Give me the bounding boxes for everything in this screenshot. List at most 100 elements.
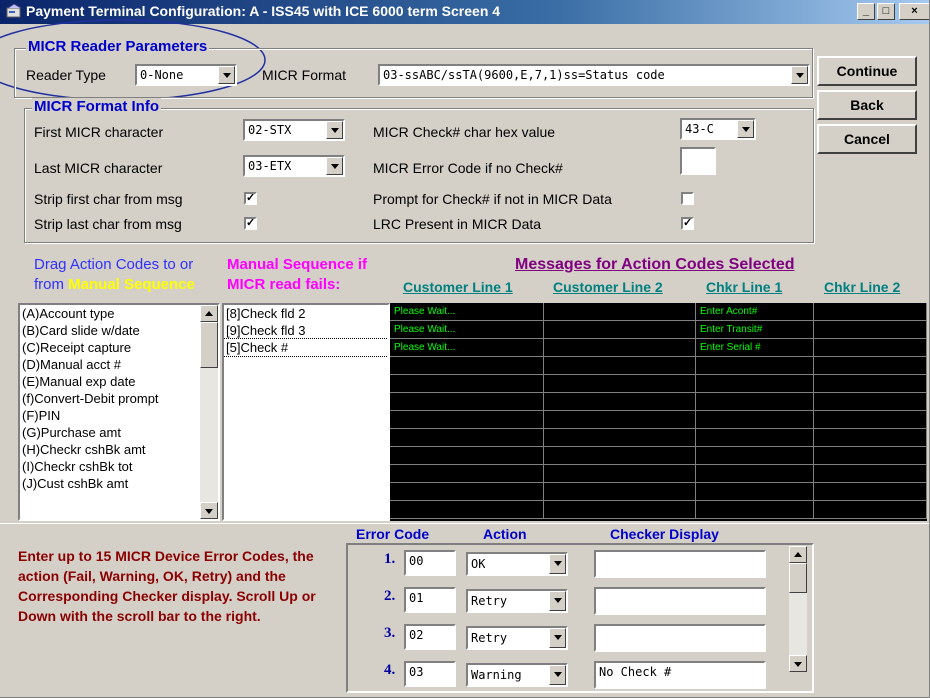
action-code-item[interactable]: (G)Purchase amt <box>20 424 194 441</box>
error-action-select[interactable]: OK <box>466 552 568 576</box>
error-code-input[interactable]: 01 <box>404 587 456 613</box>
error-action-select[interactable]: Retry <box>466 589 568 613</box>
error-code-input[interactable]: 00 <box>404 550 456 576</box>
action-code-item[interactable]: (f)Convert-Debit prompt <box>20 390 194 407</box>
error-code-input[interactable]: 03 <box>404 661 456 687</box>
scroll-down-icon[interactable] <box>789 655 807 672</box>
error-codes-scrollbar[interactable] <box>789 546 807 672</box>
chevron-down-icon[interactable] <box>218 66 235 84</box>
message-cell[interactable]: Please Wait... <box>390 303 544 321</box>
message-cell[interactable] <box>544 393 696 411</box>
error-code-input[interactable]: 02 <box>404 624 456 650</box>
scroll-thumb[interactable] <box>200 322 218 368</box>
strip-last-checkbox[interactable]: ✓ <box>244 217 257 230</box>
action-code-item[interactable]: (H)Checkr cshBk amt <box>20 441 194 458</box>
message-cell[interactable] <box>814 483 927 501</box>
micr-format-select[interactable]: 03-ssABC/ssTA(9600,E,7,1)ss=Status code <box>378 64 810 86</box>
message-cell[interactable] <box>544 375 696 393</box>
message-cell[interactable] <box>544 465 696 483</box>
action-code-item[interactable]: (C)Receipt capture <box>20 339 194 356</box>
action-code-item[interactable]: (E)Manual exp date <box>20 373 194 390</box>
cancel-button[interactable]: Cancel <box>817 124 917 154</box>
action-code-item[interactable]: (D)Manual acct # <box>20 356 194 373</box>
action-code-item[interactable]: (I)Checkr cshBk tot <box>20 458 194 475</box>
message-cell[interactable]: Enter Serial # <box>696 339 814 357</box>
message-cell[interactable] <box>814 375 927 393</box>
action-codes-scrollbar[interactable] <box>200 305 218 519</box>
message-cell[interactable] <box>814 465 927 483</box>
message-cell[interactable] <box>390 447 544 465</box>
message-cell[interactable] <box>814 429 927 447</box>
message-cell[interactable] <box>814 411 927 429</box>
chevron-down-icon[interactable] <box>549 665 566 685</box>
message-cell[interactable] <box>544 339 696 357</box>
message-cell[interactable] <box>544 447 696 465</box>
continue-button[interactable]: Continue <box>817 56 917 86</box>
message-cell[interactable] <box>544 501 696 519</box>
chevron-down-icon[interactable] <box>326 121 343 139</box>
chevron-down-icon[interactable] <box>737 120 754 138</box>
message-cell[interactable] <box>390 465 544 483</box>
message-cell[interactable] <box>390 393 544 411</box>
message-cell[interactable] <box>696 483 814 501</box>
action-code-item[interactable]: (F)PIN <box>20 407 194 424</box>
lrc-present-checkbox[interactable]: ✓ <box>681 217 694 230</box>
messages-grid[interactable]: Please Wait... Enter Acont# Please Wait...… <box>390 303 927 521</box>
message-cell[interactable] <box>814 303 927 321</box>
message-cell[interactable] <box>814 393 927 411</box>
scroll-thumb[interactable] <box>789 563 807 593</box>
chevron-down-icon[interactable] <box>326 157 343 175</box>
message-cell[interactable] <box>696 411 814 429</box>
message-cell[interactable] <box>544 411 696 429</box>
close-button[interactable]: × <box>899 3 929 20</box>
manual-sequence-list[interactable]: [8]Check fld 2 [9]Check fld 3 [5]Check # <box>222 303 390 521</box>
chevron-down-icon[interactable] <box>549 554 566 574</box>
action-code-item[interactable]: (B)Card slide w/date <box>20 322 194 339</box>
maximize-button[interactable]: □ <box>877 3 895 20</box>
message-cell[interactable] <box>696 429 814 447</box>
error-code-input[interactable] <box>680 147 716 175</box>
message-cell[interactable] <box>544 483 696 501</box>
check-hex-select[interactable]: 43-C <box>680 118 756 140</box>
message-cell[interactable] <box>696 501 814 519</box>
message-cell[interactable]: Enter Transit# <box>696 321 814 339</box>
chevron-down-icon[interactable] <box>791 66 808 84</box>
message-cell[interactable] <box>390 357 544 375</box>
message-cell[interactable]: Enter Acont# <box>696 303 814 321</box>
message-cell[interactable] <box>544 321 696 339</box>
message-cell[interactable] <box>696 375 814 393</box>
message-cell[interactable] <box>390 411 544 429</box>
message-cell[interactable] <box>390 429 544 447</box>
action-code-item[interactable]: (J)Cust cshBk amt <box>20 475 194 492</box>
minimize-button[interactable]: _ <box>857 3 875 20</box>
message-cell[interactable] <box>390 483 544 501</box>
checker-display-input[interactable] <box>594 550 766 578</box>
message-cell[interactable] <box>696 465 814 483</box>
message-cell[interactable] <box>814 321 927 339</box>
error-action-select[interactable]: Warning <box>466 663 568 687</box>
scroll-up-icon[interactable] <box>789 546 807 563</box>
message-cell[interactable] <box>544 303 696 321</box>
message-cell[interactable]: Please Wait... <box>390 321 544 339</box>
back-button[interactable]: Back <box>817 90 917 120</box>
message-cell[interactable]: Please Wait... <box>390 339 544 357</box>
message-cell[interactable] <box>696 393 814 411</box>
error-action-select[interactable]: Retry <box>466 626 568 650</box>
prompt-check-checkbox[interactable] <box>681 192 694 205</box>
manual-sequence-item[interactable]: [8]Check fld 2 <box>224 305 388 322</box>
message-cell[interactable] <box>814 357 927 375</box>
message-cell[interactable] <box>544 429 696 447</box>
message-cell[interactable] <box>544 357 696 375</box>
scroll-up-icon[interactable] <box>200 305 218 322</box>
message-cell[interactable] <box>696 357 814 375</box>
checker-display-input[interactable]: No Check # <box>594 661 766 689</box>
action-codes-list[interactable]: (A)Account type (B)Card slide w/date (C)Re… <box>18 303 220 521</box>
message-cell[interactable] <box>814 339 927 357</box>
first-char-select[interactable]: 02-STX <box>243 119 345 141</box>
message-cell[interactable] <box>390 501 544 519</box>
strip-first-checkbox[interactable]: ✓ <box>244 192 257 205</box>
last-char-select[interactable]: 03-ETX <box>243 155 345 177</box>
scroll-down-icon[interactable] <box>200 502 218 519</box>
message-cell[interactable] <box>814 447 927 465</box>
manual-sequence-item[interactable]: [5]Check # <box>224 338 388 357</box>
